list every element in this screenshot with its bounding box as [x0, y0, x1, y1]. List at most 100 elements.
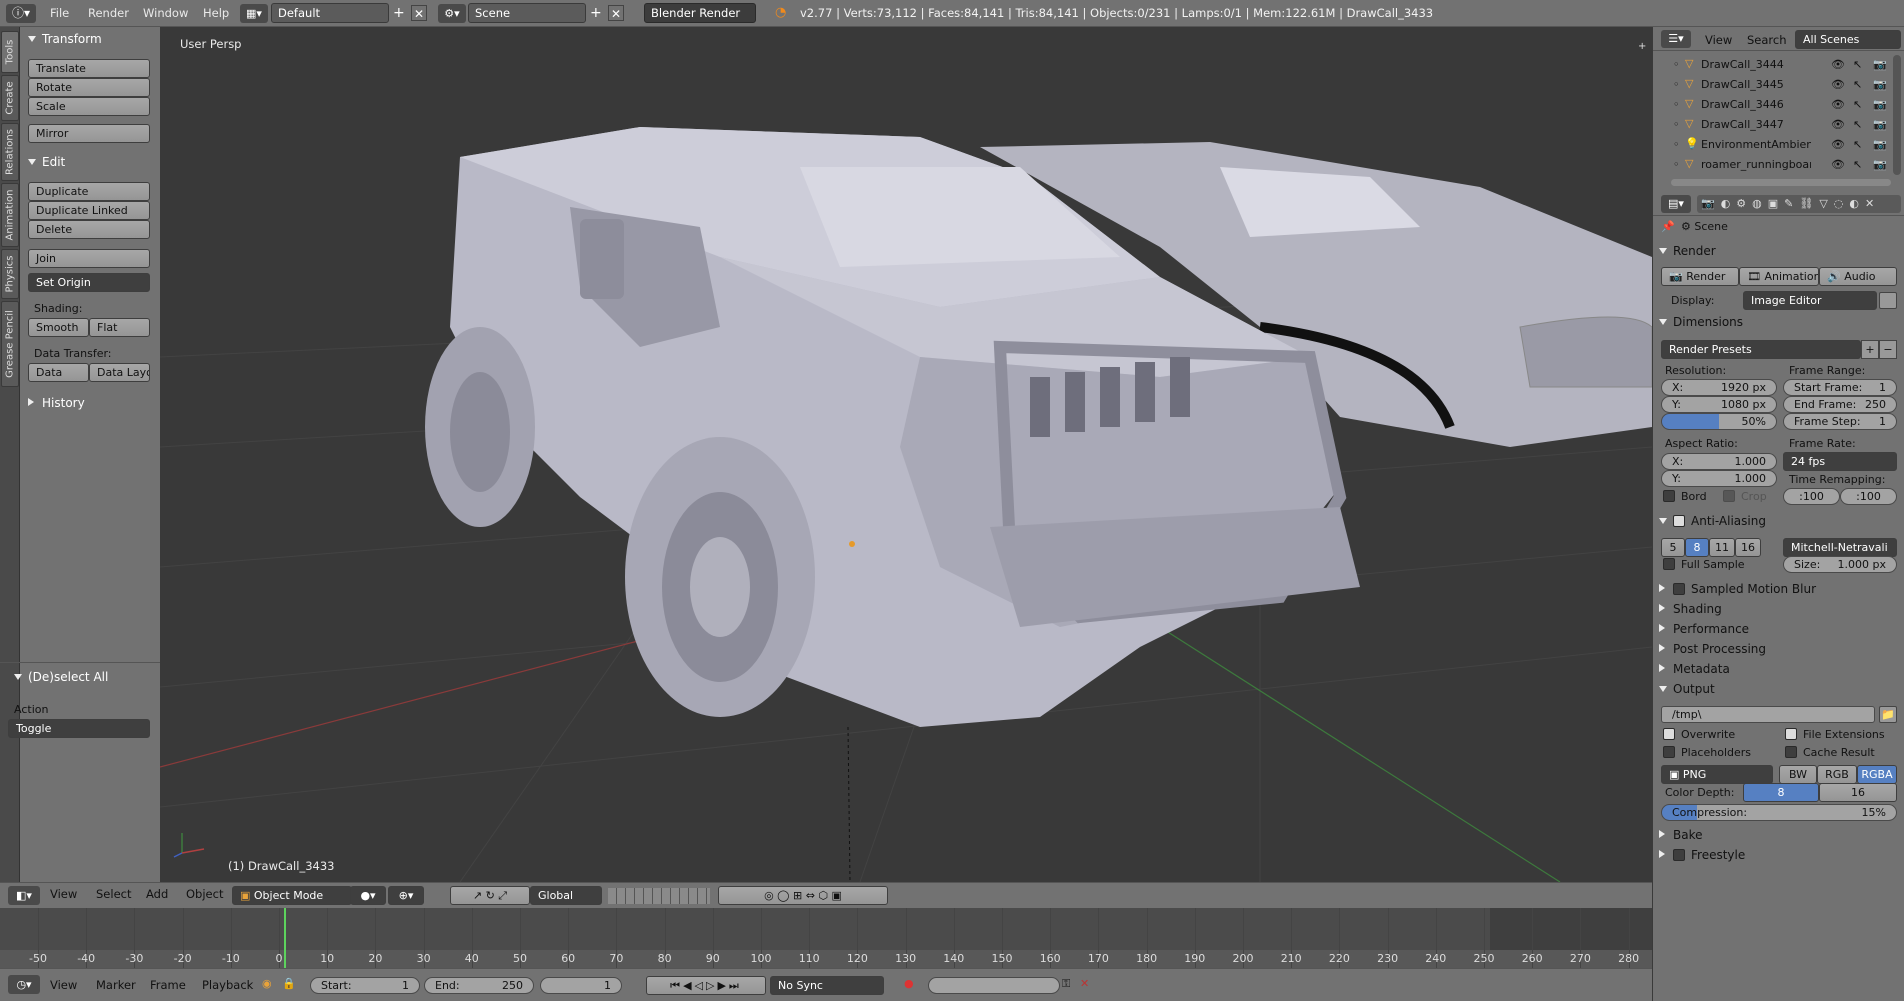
tab-animation[interactable]: Animation	[1, 183, 19, 247]
add-layout-icon[interactable]: +	[393, 5, 409, 21]
bw-button[interactable]: BW	[1779, 765, 1817, 784]
properties-context-tabs[interactable]: 📷◐⚙◍▣✎⛓▽◌◐✕	[1697, 195, 1901, 213]
start-frame-prop[interactable]: Start Frame: 1	[1783, 379, 1897, 396]
add-scene-icon[interactable]: +	[590, 5, 606, 21]
full-sample-checkbox[interactable]: Full Sample	[1663, 558, 1745, 571]
remap-old-field[interactable]: :100	[1783, 488, 1840, 505]
3d-viewport[interactable]: User Persp (1) DrawCall_3433 +	[160, 27, 1652, 882]
menu-file[interactable]: File	[50, 6, 69, 20]
select-icon[interactable]: ↖	[1853, 138, 1862, 151]
res-x-field[interactable]: X: 1920 px	[1661, 379, 1777, 396]
expand-icon[interactable]: ◦	[1673, 78, 1680, 91]
tl-menu-playback[interactable]: Playback	[202, 978, 253, 992]
menu-window[interactable]: Window	[143, 6, 188, 20]
shading-select[interactable]: ●▾	[350, 886, 386, 905]
tab-grease-pencil[interactable]: Grease Pencil	[1, 301, 19, 387]
keying-set-field[interactable]	[928, 977, 1060, 994]
remove-preset-icon[interactable]: −	[1879, 340, 1897, 359]
insert-key-icon[interactable]: ⚿	[1062, 977, 1070, 991]
motion-blur-panel-header[interactable]: Sampled Motion Blur	[1659, 582, 1899, 602]
end-frame-field[interactable]: End: 250	[424, 977, 534, 994]
crop-checkbox[interactable]: Crop	[1723, 490, 1767, 503]
snap-toggles[interactable]: ◎ ◯ ⊞ ⇔ ⬡ ▣	[718, 886, 888, 905]
dimensions-panel-header[interactable]: Dimensions	[1659, 315, 1899, 335]
tab-physics[interactable]: Physics	[1, 249, 19, 299]
output-panel-header[interactable]: Output	[1659, 682, 1899, 702]
select-icon[interactable]: ↖	[1853, 98, 1862, 111]
visibility-icon[interactable]: 👁	[1831, 98, 1845, 111]
render-button[interactable]: 📷 Render	[1661, 267, 1739, 286]
viewport-split-icon[interactable]: +	[1638, 41, 1646, 52]
menu-help[interactable]: Help	[203, 6, 229, 20]
expand-icon[interactable]: ◦	[1673, 138, 1680, 151]
manipulator-toggles[interactable]: ↗ ↻ ⤢	[450, 886, 530, 905]
auto-key-icon[interactable]: ●	[904, 977, 914, 990]
aa-filter-select[interactable]: Mitchell-Netravali	[1783, 538, 1897, 557]
flat-button[interactable]: Flat	[89, 318, 150, 337]
depth-8-button[interactable]: 8	[1743, 783, 1819, 802]
render-toggle-icon[interactable]: 📷	[1873, 98, 1887, 111]
aspect-y-field[interactable]: Y: 1.000	[1661, 470, 1777, 487]
display-select[interactable]: Image Editor	[1743, 291, 1877, 310]
tab-relations[interactable]: Relations	[1, 123, 19, 181]
duplicate-linked-button[interactable]: Duplicate Linked	[28, 201, 150, 220]
set-origin-select[interactable]: Set Origin	[28, 273, 150, 292]
pivot-select[interactable]: ⊕▾	[388, 886, 424, 905]
res-percent-field[interactable]: 50%	[1661, 413, 1777, 430]
operator-panel-header[interactable]: (De)select All	[6, 667, 160, 687]
outliner-editor-icon[interactable]: ☰▾	[1661, 30, 1691, 48]
tab-create[interactable]: Create	[1, 75, 19, 121]
delete-key-icon[interactable]: ✕	[1080, 977, 1089, 990]
end-frame-prop[interactable]: End Frame: 250	[1783, 396, 1897, 413]
timeline-editor-icon[interactable]: ◷▾	[8, 975, 40, 994]
overwrite-checkbox[interactable]: Overwrite	[1663, 728, 1735, 741]
render-engine-select[interactable]: Blender Render	[644, 3, 756, 23]
output-path-field[interactable]: /tmp\	[1661, 706, 1875, 723]
playback-controls[interactable]: ⏮◀◁▷▶⏭	[646, 976, 766, 995]
pin-icon[interactable]: 📌	[1661, 220, 1675, 233]
visibility-icon[interactable]: 👁	[1831, 78, 1845, 91]
duplicate-button[interactable]: Duplicate	[28, 182, 150, 201]
performance-panel-header[interactable]: Performance	[1659, 622, 1899, 642]
audio-button[interactable]: 🔊 Audio	[1819, 267, 1897, 286]
remove-scene-icon[interactable]: ✕	[608, 5, 624, 21]
bake-panel-header[interactable]: Bake	[1659, 828, 1899, 848]
timeline[interactable]: -50 -40 -30 -20 -10 0 10 20 30 40 50 60 70 80 90 100 110…	[0, 908, 1652, 968]
tab-tools[interactable]: Tools	[1, 31, 19, 73]
aa-samples-16[interactable]: 16	[1735, 538, 1761, 557]
join-button[interactable]: Join	[28, 249, 150, 268]
outliner-row[interactable]: ◦ ▽ roamer_runningboard_F 👁 ↖ 📷	[1653, 155, 1904, 175]
file-extensions-checkbox[interactable]: File Extensions	[1785, 728, 1885, 741]
tl-menu-marker[interactable]: Marker	[96, 978, 136, 992]
orientation-select[interactable]: Global	[530, 886, 602, 905]
scene-icon[interactable]: ⚙▾	[438, 4, 466, 23]
tl-menu-view[interactable]: View	[50, 978, 77, 992]
metadata-panel-header[interactable]: Metadata	[1659, 662, 1899, 682]
outliner-scrollbar[interactable]	[1893, 55, 1901, 175]
scene-selector[interactable]: Scene	[468, 3, 586, 23]
outliner-item-name[interactable]: DrawCall_3446	[1701, 98, 1811, 111]
display-window-icon[interactable]	[1879, 292, 1897, 309]
record-icon[interactable]: ◉	[262, 977, 272, 990]
history-panel-header[interactable]: History	[20, 393, 160, 413]
render-presets-select[interactable]: Render Presets	[1661, 340, 1861, 359]
cache-result-checkbox[interactable]: Cache Result	[1785, 746, 1875, 759]
select-icon[interactable]: ↖	[1853, 58, 1862, 71]
rgba-button[interactable]: RGBA	[1857, 765, 1897, 784]
bord-checkbox[interactable]: Bord	[1663, 490, 1707, 503]
expand-icon[interactable]: ◦	[1673, 118, 1680, 131]
expand-icon[interactable]: ◦	[1673, 58, 1680, 71]
res-y-field[interactable]: Y: 1080 px	[1661, 396, 1777, 413]
smooth-button[interactable]: Smooth	[28, 318, 89, 337]
placeholders-checkbox[interactable]: Placeholders	[1663, 746, 1751, 759]
visibility-icon[interactable]: 👁	[1831, 118, 1845, 131]
tl-menu-frame[interactable]: Frame	[150, 978, 186, 992]
select-icon[interactable]: ↖	[1853, 118, 1862, 131]
rotate-button[interactable]: Rotate	[28, 78, 150, 97]
outliner-row[interactable]: ◦ ▽ DrawCall_3447 👁 ↖ 📷	[1653, 115, 1904, 135]
remove-layout-icon[interactable]: ✕	[411, 5, 427, 21]
visibility-icon[interactable]: 👁	[1831, 138, 1845, 151]
layers-grid[interactable]	[608, 888, 710, 904]
delete-button[interactable]: Delete	[28, 220, 150, 239]
expand-icon[interactable]: ◦	[1673, 158, 1680, 171]
